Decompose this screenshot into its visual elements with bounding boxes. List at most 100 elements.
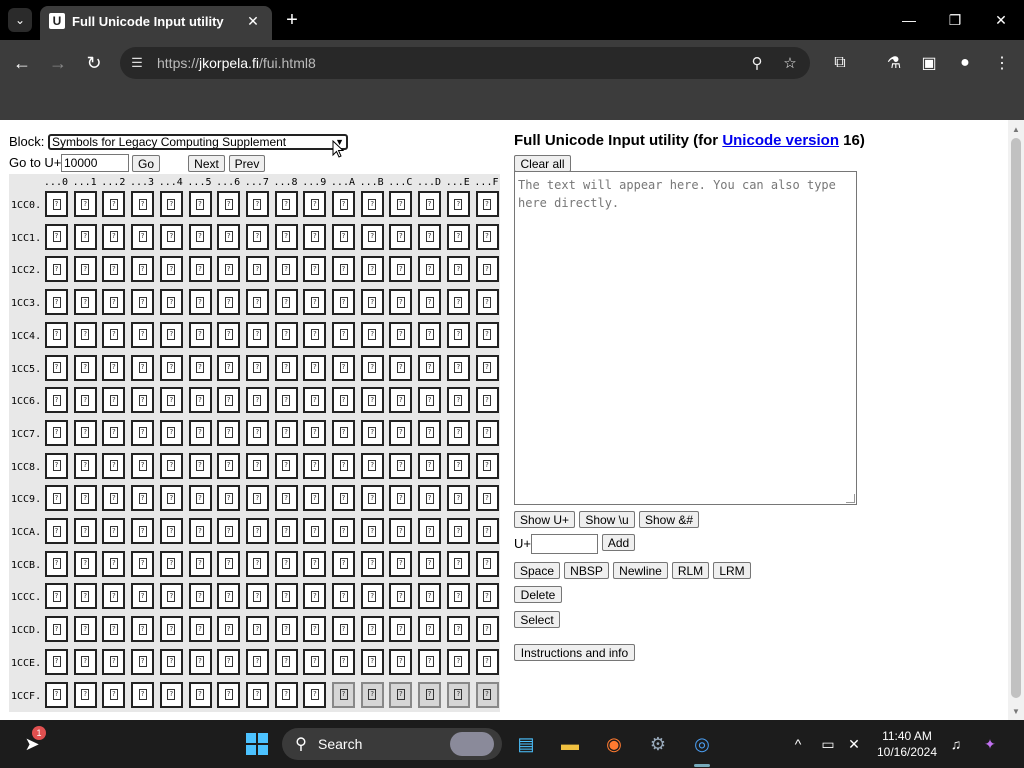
character-cell[interactable]: ? (274, 616, 298, 643)
character-cell[interactable]: ? (245, 387, 269, 414)
character-cell[interactable]: ? (332, 354, 355, 381)
unassigned-character-cell[interactable]: ? (475, 681, 499, 708)
character-cell[interactable]: ? (418, 583, 442, 610)
character-cell[interactable]: ? (102, 419, 126, 446)
character-cell[interactable]: ? (188, 518, 212, 544)
show-hidden-icons-chevron-icon[interactable]: ^ (788, 734, 808, 754)
next-button[interactable]: Next (188, 155, 225, 172)
labs-flask-icon[interactable]: ⚗ (882, 51, 906, 75)
character-cell[interactable]: ? (102, 289, 126, 316)
character-cell[interactable]: ? (45, 681, 68, 708)
character-cell[interactable]: ? (188, 387, 212, 414)
forward-icon[interactable]: → (46, 51, 70, 75)
character-cell[interactable]: ? (389, 518, 413, 544)
back-icon[interactable]: ← (10, 51, 34, 75)
character-cell[interactable]: ? (446, 419, 470, 446)
tab-search-button[interactable]: ⌄ (8, 8, 32, 32)
character-cell[interactable]: ? (245, 289, 269, 316)
character-cell[interactable]: ? (418, 354, 442, 381)
character-cell[interactable]: ? (102, 550, 126, 577)
character-cell[interactable]: ? (360, 419, 384, 446)
character-cell[interactable]: ? (446, 550, 470, 577)
character-cell[interactable]: ? (389, 452, 413, 479)
character-cell[interactable]: ? (389, 550, 413, 577)
unassigned-character-cell[interactable]: ? (332, 681, 355, 708)
unicode-version-link[interactable]: Unicode version (722, 132, 839, 149)
character-cell[interactable]: ? (303, 452, 327, 479)
character-cell[interactable]: ? (475, 518, 499, 544)
character-cell[interactable]: ? (332, 452, 355, 479)
character-cell[interactable]: ? (332, 550, 355, 577)
notepad-icon[interactable]: ▤ (510, 728, 542, 760)
character-cell[interactable]: ? (245, 191, 269, 217)
unassigned-character-cell[interactable]: ? (446, 681, 470, 708)
character-cell[interactable]: ? (332, 223, 355, 250)
character-cell[interactable]: ? (217, 387, 241, 414)
character-cell[interactable]: ? (274, 681, 298, 708)
character-cell[interactable]: ? (102, 681, 126, 708)
character-cell[interactable]: ? (475, 387, 499, 414)
character-cell[interactable]: ? (45, 452, 68, 479)
character-cell[interactable]: ? (475, 256, 499, 283)
character-cell[interactable]: ? (245, 452, 269, 479)
character-cell[interactable]: ? (188, 616, 212, 643)
character-cell[interactable]: ? (245, 256, 269, 283)
page-scrollbar[interactable]: ▲ ▼ (1008, 120, 1024, 720)
character-cell[interactable]: ? (389, 616, 413, 643)
character-cell[interactable]: ? (45, 419, 68, 446)
add-button[interactable]: Add (602, 534, 635, 551)
character-cell[interactable]: ? (446, 354, 470, 381)
character-cell[interactable]: ? (159, 518, 183, 544)
character-cell[interactable]: ? (159, 256, 183, 283)
character-cell[interactable]: ? (245, 419, 269, 446)
character-cell[interactable]: ? (389, 191, 413, 217)
character-cell[interactable]: ? (303, 485, 327, 512)
goto-input[interactable]: 10000 (61, 154, 129, 172)
character-cell[interactable]: ? (360, 518, 384, 544)
chrome-icon[interactable]: ◎ (686, 728, 718, 760)
character-cell[interactable]: ? (188, 485, 212, 512)
character-cell[interactable]: ? (360, 648, 384, 675)
character-cell[interactable]: ? (45, 321, 68, 348)
character-cell[interactable]: ? (303, 518, 327, 544)
character-cell[interactable]: ? (274, 321, 298, 348)
character-cell[interactable]: ? (274, 518, 298, 544)
character-cell[interactable]: ? (217, 648, 241, 675)
character-cell[interactable]: ? (245, 550, 269, 577)
character-cell[interactable]: ? (102, 354, 126, 381)
character-cell[interactable]: ? (73, 648, 97, 675)
character-cell[interactable]: ? (418, 452, 442, 479)
character-cell[interactable]: ? (475, 321, 499, 348)
character-cell[interactable]: ? (131, 452, 155, 479)
character-cell[interactable]: ? (245, 485, 269, 512)
character-cell[interactable]: ? (274, 419, 298, 446)
menu-icon[interactable]: ⋮ (990, 51, 1014, 75)
character-cell[interactable]: ? (102, 191, 126, 217)
character-cell[interactable]: ? (159, 648, 183, 675)
character-cell[interactable]: ? (131, 387, 155, 414)
character-cell[interactable]: ? (159, 550, 183, 577)
character-cell[interactable]: ? (45, 387, 68, 414)
character-cell[interactable]: ? (446, 616, 470, 643)
character-cell[interactable]: ? (245, 223, 269, 250)
new-tab-button[interactable]: + (280, 8, 304, 32)
character-cell[interactable]: ? (418, 223, 442, 250)
character-cell[interactable]: ? (303, 256, 327, 283)
character-cell[interactable]: ? (245, 518, 269, 544)
character-cell[interactable]: ? (446, 387, 470, 414)
unassigned-character-cell[interactable]: ? (389, 681, 413, 708)
character-cell[interactable]: ? (418, 616, 442, 643)
character-cell[interactable]: ? (45, 583, 68, 610)
character-cell[interactable]: ? (45, 354, 68, 381)
character-cell[interactable]: ? (245, 321, 269, 348)
character-cell[interactable]: ? (188, 256, 212, 283)
character-cell[interactable]: ? (418, 289, 442, 316)
character-cell[interactable]: ? (389, 419, 413, 446)
character-cell[interactable]: ? (475, 452, 499, 479)
network-icon[interactable]: ▭ (818, 734, 838, 754)
character-cell[interactable]: ? (389, 256, 413, 283)
character-cell[interactable]: ? (159, 289, 183, 316)
character-cell[interactable]: ? (159, 321, 183, 348)
character-cell[interactable]: ? (217, 191, 241, 217)
character-cell[interactable]: ? (217, 681, 241, 708)
